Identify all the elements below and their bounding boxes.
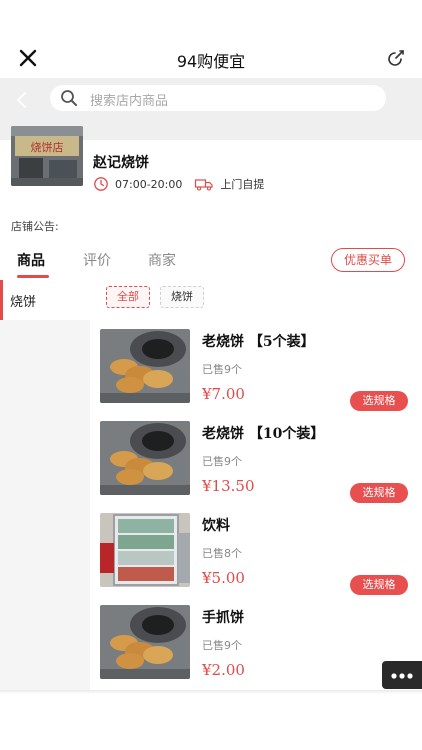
product-name: 老烧饼 【5个装】 bbox=[202, 334, 315, 350]
store-name: 赵记烧饼 bbox=[93, 155, 149, 171]
product-price: ¥5.00 bbox=[202, 569, 245, 587]
store-photo-sign: 烧饼店 bbox=[31, 140, 64, 154]
select-spec-button[interactable]: 选规格 bbox=[350, 391, 408, 411]
search-icon bbox=[61, 90, 77, 106]
select-spec-button[interactable]: 选规格 bbox=[350, 575, 408, 595]
product-item[interactable]: 老烧饼 【10个装】 已售9个 ¥13.50 选规格 bbox=[100, 421, 422, 511]
tab-merchant[interactable]: 商家 bbox=[148, 250, 176, 270]
category-sidebar: 烧饼 bbox=[0, 280, 90, 690]
product-image[interactable] bbox=[100, 513, 190, 587]
store-notice-label: 店铺公告: bbox=[11, 220, 59, 233]
product-item[interactable]: 手抓饼 已售9个 ¥2.00 bbox=[100, 605, 422, 695]
product-image[interactable] bbox=[100, 421, 190, 495]
product-name: 老烧饼 【10个装】 bbox=[202, 426, 325, 442]
more-dots-icon bbox=[391, 673, 413, 679]
delivery-truck-icon bbox=[195, 179, 213, 191]
search-input[interactable]: 搜索店内商品 bbox=[50, 85, 386, 111]
clock-icon bbox=[94, 177, 108, 191]
tab-bar: 商品 评价 商家 优惠买单 bbox=[0, 246, 422, 280]
filter-chips: 全部 烧饼 bbox=[106, 286, 214, 308]
product-sold-count: 已售8个 bbox=[202, 547, 242, 560]
store-delivery: 上门自提 bbox=[220, 178, 265, 191]
active-tab-indicator bbox=[17, 275, 49, 278]
bottom-divider bbox=[0, 690, 422, 694]
select-spec-button[interactable]: 选规格 bbox=[350, 483, 408, 503]
product-image[interactable] bbox=[100, 329, 190, 403]
more-options-button[interactable] bbox=[382, 661, 422, 689]
product-price: ¥2.00 bbox=[202, 661, 245, 679]
sidebar-item-label: 烧饼 bbox=[10, 295, 37, 310]
product-price: ¥13.50 bbox=[202, 477, 255, 495]
product-item[interactable]: 饮料 已售8个 ¥5.00 选规格 bbox=[100, 513, 422, 603]
product-item[interactable]: 老烧饼 【5个装】 已售9个 ¥7.00 选规格 bbox=[100, 329, 422, 419]
product-name: 手抓饼 bbox=[202, 610, 244, 626]
product-name: 饮料 bbox=[202, 518, 230, 534]
product-sold-count: 已售9个 bbox=[202, 363, 242, 376]
chip-flatbread[interactable]: 烧饼 bbox=[160, 286, 204, 308]
top-bar: 94购便宜 bbox=[0, 38, 422, 78]
product-sold-count: 已售9个 bbox=[202, 639, 242, 652]
tab-products[interactable]: 商品 bbox=[17, 250, 45, 270]
tab-reviews[interactable]: 评价 bbox=[83, 250, 111, 270]
store-info: 烧饼店 赵记烧饼 07:00-20:00 上门自提 bbox=[0, 124, 422, 204]
product-sold-count: 已售9个 bbox=[202, 455, 242, 468]
chip-all[interactable]: 全部 bbox=[106, 286, 150, 308]
product-price: ¥7.00 bbox=[202, 385, 245, 403]
sidebar-item-flatbread[interactable]: 烧饼 bbox=[0, 280, 90, 320]
discount-pay-button[interactable]: 优惠买单 bbox=[331, 248, 405, 272]
sidebar-active-indicator bbox=[0, 280, 3, 320]
store-hours: 07:00-20:00 bbox=[115, 177, 183, 191]
store-photo[interactable]: 烧饼店 bbox=[11, 126, 83, 186]
chevron-left-icon[interactable] bbox=[12, 90, 32, 110]
page-title: 94购便宜 bbox=[176, 52, 246, 71]
share-icon[interactable] bbox=[386, 48, 406, 68]
product-image[interactable] bbox=[100, 605, 190, 679]
search-placeholder: 搜索店内商品 bbox=[90, 94, 169, 109]
store-meta: 07:00-20:00 上门自提 bbox=[93, 176, 264, 192]
